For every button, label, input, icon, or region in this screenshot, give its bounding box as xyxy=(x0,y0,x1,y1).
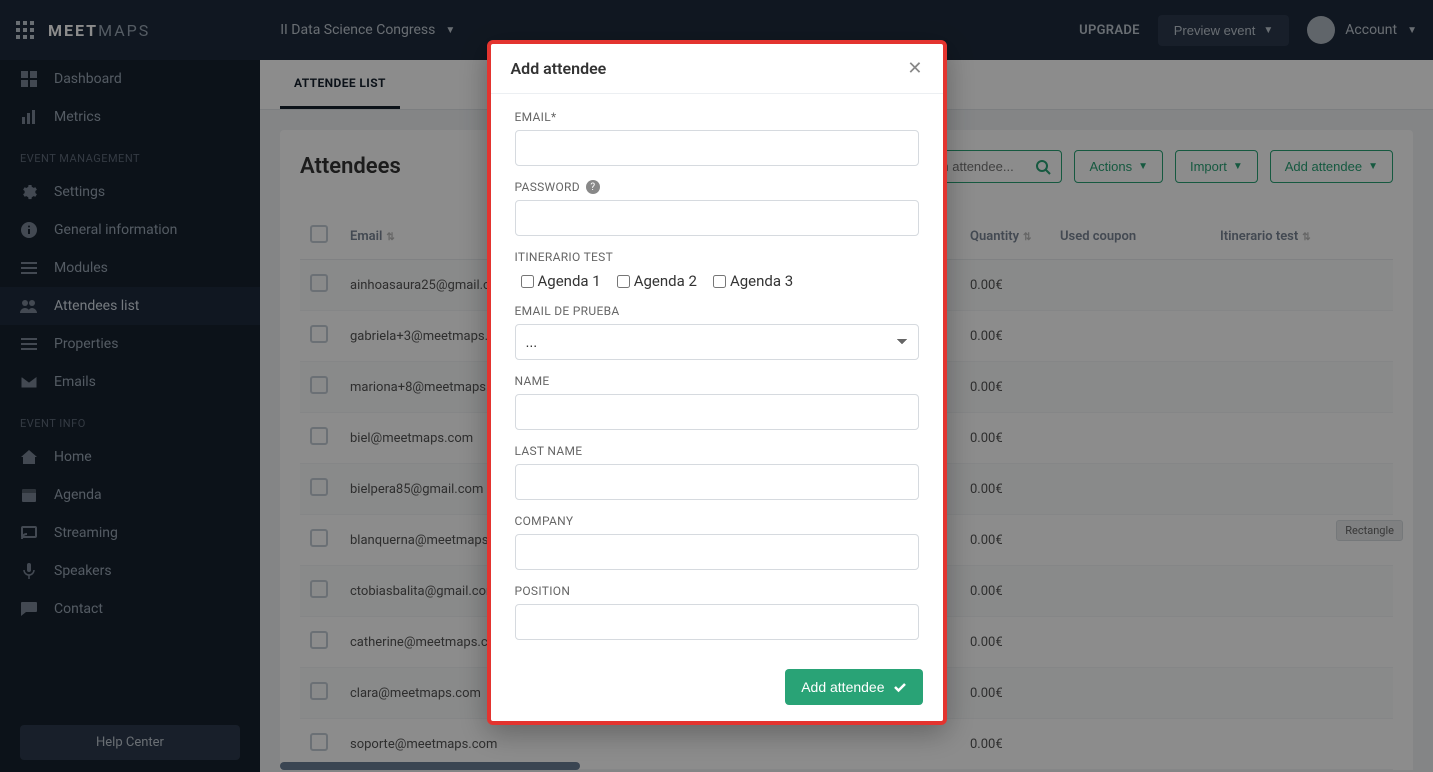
name-field[interactable] xyxy=(515,394,919,430)
submit-label: Add attendee xyxy=(801,679,884,695)
label-position: POSITION xyxy=(515,584,919,598)
label-password: PASSWORD ? xyxy=(515,180,919,194)
label-email: EMAIL* xyxy=(515,110,919,124)
password-field[interactable] xyxy=(515,200,919,236)
position-field[interactable] xyxy=(515,604,919,640)
submit-add-attendee-button[interactable]: Add attendee xyxy=(785,669,922,705)
lastname-field[interactable] xyxy=(515,464,919,500)
label-lastname: LAST NAME xyxy=(515,444,919,458)
check-icon xyxy=(893,680,907,694)
add-attendee-modal: Add attendee ✕ EMAIL* PASSWORD ? ITINERA… xyxy=(487,40,947,725)
label-email-prueba: EMAIL DE PRUEBA xyxy=(515,304,919,318)
help-icon[interactable]: ? xyxy=(586,180,600,194)
checkbox-agenda2[interactable]: Agenda 2 xyxy=(617,272,697,290)
modal-title: Add attendee xyxy=(511,59,607,78)
checkbox-agenda3[interactable]: Agenda 3 xyxy=(713,272,793,290)
label-company: COMPANY xyxy=(515,514,919,528)
checkbox-input[interactable] xyxy=(617,275,630,288)
horizontal-scrollbar[interactable] xyxy=(280,762,580,770)
checkbox-label: Agenda 2 xyxy=(634,272,697,290)
label-itinerario: ITINERARIO TEST xyxy=(515,250,919,264)
checkbox-agenda1[interactable]: Agenda 1 xyxy=(521,272,601,290)
label-password-text: PASSWORD xyxy=(515,180,580,194)
company-field[interactable] xyxy=(515,534,919,570)
checkbox-label: Agenda 3 xyxy=(730,272,793,290)
email-prueba-select[interactable]: ... xyxy=(515,324,919,360)
checkbox-input[interactable] xyxy=(521,275,534,288)
email-field[interactable] xyxy=(515,130,919,166)
close-icon[interactable]: ✕ xyxy=(907,58,922,79)
label-name: NAME xyxy=(515,374,919,388)
checkbox-input[interactable] xyxy=(713,275,726,288)
checkbox-label: Agenda 1 xyxy=(538,272,601,290)
